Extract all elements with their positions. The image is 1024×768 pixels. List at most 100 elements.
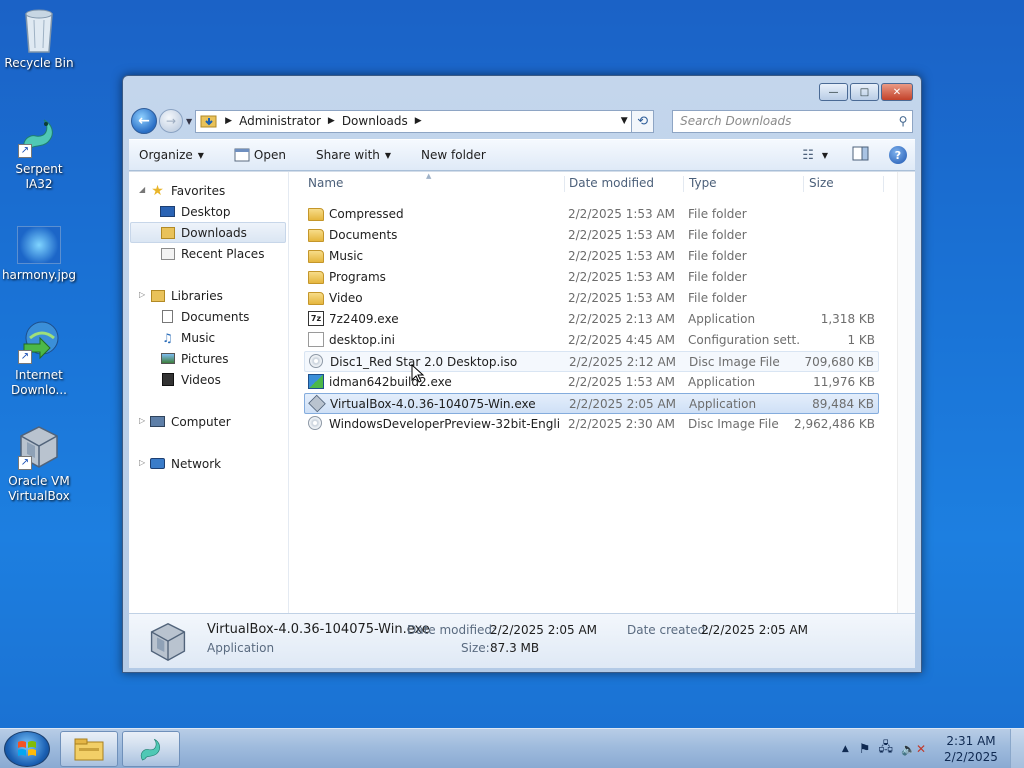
- details-file-type: Application: [207, 641, 275, 655]
- address-bar[interactable]: ▶ Administrator ▶ Downloads ▶ ▼: [195, 109, 633, 133]
- vertical-scrollbar[interactable]: [897, 172, 915, 613]
- nav-favorites[interactable]: ★ Favorites: [149, 180, 225, 201]
- chevron-down-icon: ▼: [197, 150, 204, 160]
- nav-favorites-label: Favorites: [171, 183, 226, 198]
- taskbar-serpent-button[interactable]: [122, 731, 180, 767]
- file-row[interactable]: VirtualBox-4.0.36-104075-Win.exe 2/2/2025…: [304, 393, 879, 414]
- nav-music[interactable]: ♫ Music: [159, 327, 215, 348]
- column-header-size[interactable]: Size: [804, 176, 884, 192]
- file-row[interactable]: Compressed 2/2/2025 1:53 AM File folder: [304, 204, 879, 225]
- file-type: File folder: [688, 291, 747, 305]
- column-header-name[interactable]: Name: [303, 176, 565, 192]
- file-type: File folder: [688, 270, 747, 284]
- downloads-folder-icon: [200, 115, 217, 128]
- desktop-icon-virtualbox[interactable]: ↗ Oracle VM VirtualBox: [1, 424, 77, 504]
- serpent-icon: [140, 738, 161, 761]
- nav-downloads[interactable]: Downloads: [130, 222, 286, 243]
- address-dropdown-icon[interactable]: ▼: [617, 116, 631, 126]
- file-row[interactable]: desktop.ini 2/2/2025 4:45 AM Configuration…: [304, 330, 879, 351]
- expand-triangle-icon[interactable]: ▷: [139, 416, 145, 425]
- show-desktop-button[interactable]: [1010, 729, 1024, 768]
- libraries-icon: [149, 289, 166, 303]
- file-row[interactable]: Music 2/2/2025 1:53 AM File folder: [304, 246, 879, 267]
- organize-button[interactable]: Organize ▼: [139, 148, 204, 162]
- search-icon[interactable]: ⚲: [894, 114, 912, 128]
- clock[interactable]: 2:31 AM 2/2/2025: [940, 733, 1002, 765]
- nav-pictures[interactable]: Pictures: [159, 348, 229, 369]
- share-with-button[interactable]: Share with ▼: [316, 148, 391, 162]
- file-name: desktop.ini: [329, 333, 395, 347]
- nav-recent-places[interactable]: Recent Places: [159, 243, 264, 264]
- refresh-button[interactable]: ⟲: [632, 109, 655, 133]
- file-size: 1,318 KB: [820, 312, 875, 326]
- nav-computer[interactable]: Computer: [149, 411, 231, 432]
- breadcrumb-separator[interactable]: ▶: [225, 116, 232, 126]
- expand-triangle-icon[interactable]: ◢: [139, 185, 145, 194]
- disc-image-icon: [309, 354, 323, 368]
- search-input[interactable]: Search Downloads ⚲: [672, 109, 913, 133]
- breadcrumb-administrator[interactable]: Administrator: [239, 114, 321, 128]
- nav-documents[interactable]: Documents: [159, 306, 249, 327]
- shortcut-arrow-icon: ↗: [18, 144, 32, 158]
- network-icon: [149, 457, 166, 471]
- nav-videos[interactable]: Videos: [159, 369, 221, 390]
- open-button[interactable]: Open: [234, 148, 286, 162]
- action-center-flag-icon[interactable]: ⚑: [859, 742, 871, 757]
- nav-desktop-label: Desktop: [181, 204, 231, 219]
- preview-pane-button[interactable]: [852, 146, 869, 164]
- change-view-button[interactable]: ☷ ▼: [802, 148, 828, 163]
- file-row[interactable]: Disc1_Red Star 2.0 Desktop.iso 2/2/2025 2…: [304, 351, 879, 372]
- desktop-icon: [159, 205, 176, 219]
- desktop-icon-harmony[interactable]: harmony.jpg: [1, 222, 77, 283]
- file-row[interactable]: WindowsDeveloperPreview-32bit-English...…: [304, 414, 879, 435]
- forward-button[interactable]: →: [159, 109, 183, 133]
- downloads-folder-icon: [159, 226, 176, 240]
- taskbar: ▲ ⚑ 🖧 🔈✕ 2:31 AM 2/2/2025: [0, 728, 1024, 768]
- close-button[interactable]: ✕: [881, 83, 913, 101]
- image-file-icon: [17, 226, 61, 264]
- start-button[interactable]: [4, 731, 50, 767]
- desktop-icon-recycle-bin[interactable]: Recycle Bin: [1, 6, 77, 71]
- file-date: 2/2/2025 1:53 AM: [568, 270, 676, 284]
- desktop-icon-serpent[interactable]: ↗ Serpent IA32: [1, 112, 77, 192]
- help-icon[interactable]: ?: [889, 146, 907, 164]
- file-row[interactable]: idman642build2.exe 2/2/2025 1:53 AM Applic…: [304, 372, 879, 393]
- show-hidden-icons-button[interactable]: ▲: [842, 744, 849, 754]
- file-row[interactable]: Video 2/2/2025 1:53 AM File folder: [304, 288, 879, 309]
- breadcrumb-separator[interactable]: ▶: [328, 116, 335, 126]
- nav-documents-label: Documents: [181, 309, 250, 324]
- file-size: 709,680 KB: [804, 355, 874, 369]
- nav-desktop[interactable]: Desktop: [159, 201, 231, 222]
- maximize-button[interactable]: □: [850, 83, 879, 101]
- network-status-icon[interactable]: 🖧: [879, 738, 894, 760]
- new-folder-button[interactable]: New folder: [421, 148, 486, 162]
- file-row[interactable]: Documents 2/2/2025 1:53 AM File folder: [304, 225, 879, 246]
- virtualbox-icon: [150, 622, 186, 662]
- explorer-icon: [74, 738, 104, 761]
- desktop-icon-internet-download-manager[interactable]: ↗ Internet Downlo...: [1, 318, 77, 398]
- nav-downloads-label: Downloads: [181, 225, 247, 240]
- file-date: 2/2/2025 1:53 AM: [568, 375, 676, 389]
- expand-triangle-icon[interactable]: ▷: [139, 290, 145, 299]
- music-icon: ♫: [162, 330, 173, 345]
- nav-videos-label: Videos: [181, 372, 221, 387]
- shortcut-arrow-icon: ↗: [18, 350, 32, 364]
- back-button[interactable]: ←: [131, 108, 157, 134]
- file-row[interactable]: Programs 2/2/2025 1:53 AM File folder: [304, 267, 879, 288]
- expand-triangle-icon[interactable]: ▷: [139, 458, 145, 467]
- file-type: File folder: [688, 228, 747, 242]
- nav-libraries[interactable]: Libraries: [149, 285, 223, 306]
- column-header-type[interactable]: Type: [684, 176, 804, 192]
- file-row[interactable]: 7z 7z2409.exe 2/2/2025 2:13 AM Application 1…: [304, 309, 879, 330]
- breadcrumb-separator[interactable]: ▶: [415, 116, 422, 126]
- file-name: 7z2409.exe: [329, 312, 399, 326]
- recent-pages-dropdown[interactable]: ▼: [186, 117, 192, 126]
- nav-network[interactable]: Network: [149, 453, 221, 474]
- volume-muted-icon[interactable]: 🔈✕: [901, 742, 926, 756]
- taskbar-explorer-button[interactable]: [60, 731, 118, 767]
- folder-icon: [308, 271, 324, 284]
- breadcrumb-downloads[interactable]: Downloads: [342, 114, 408, 128]
- minimize-button[interactable]: —: [819, 83, 848, 101]
- column-header-date[interactable]: Date modified: [564, 176, 684, 192]
- caption-buttons: — □ ✕: [817, 83, 913, 101]
